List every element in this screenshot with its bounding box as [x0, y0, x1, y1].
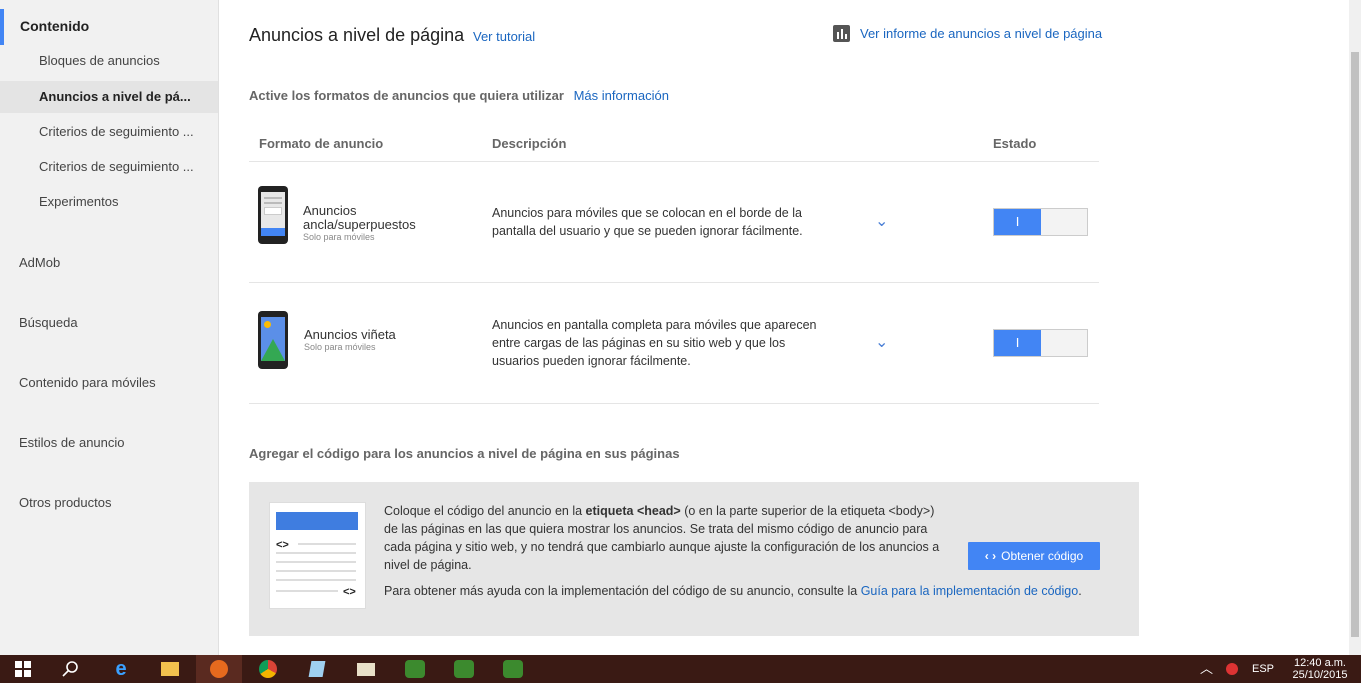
app-icon[interactable] [294, 655, 340, 683]
sidebar-section-contenido-moviles[interactable]: Contenido para móviles [19, 375, 156, 390]
windows-start-icon[interactable] [0, 655, 46, 683]
game-icon[interactable] [392, 655, 438, 683]
column-header-descripcion: Descripción [492, 136, 567, 151]
language-indicator[interactable]: ESP [1252, 655, 1274, 683]
code-section-heading: Agregar el código para los anuncios a ni… [249, 446, 680, 461]
more-info-link[interactable]: Más información [574, 88, 669, 103]
format-note-vignette: Solo para móviles [304, 342, 376, 352]
bar-chart-icon [833, 25, 850, 42]
report-link[interactable]: Ver informe de anuncios a nivel de págin… [860, 26, 1102, 41]
sidebar-section-admob[interactable]: AdMob [19, 255, 60, 270]
code-instructions: Coloque el código del anuncio en la etiq… [384, 504, 940, 572]
mobile-vignette-ad-icon [258, 311, 288, 369]
sidebar-section-contenido[interactable]: Contenido [0, 9, 218, 45]
sidebar-section-otros-productos[interactable]: Otros productos [19, 495, 112, 510]
code-help-text: Para obtener más ayuda con la implementa… [384, 584, 1082, 598]
sidebar-item-criterios-seguimiento-2[interactable]: Criterios de seguimiento ... [0, 151, 218, 183]
clock[interactable]: 12:40 a.m. 25/10/2015 [1285, 657, 1355, 681]
sidebar-item-anuncios-nivel-pagina[interactable]: Anuncios a nivel de pá... [0, 81, 218, 113]
firefox-icon[interactable] [196, 655, 242, 683]
code-info-box: <> <> Coloque el código del anuncio en l… [249, 482, 1139, 636]
taskbar: e ︿ ESP 12:40 a.m. 25/10/2015 [0, 655, 1361, 683]
chevron-down-icon[interactable]: ⌄ [875, 214, 889, 230]
toggle-vignette-ads[interactable]: I [993, 329, 1088, 357]
column-header-estado: Estado [993, 136, 1037, 151]
format-name-vignette: Anuncios viñeta [304, 327, 396, 342]
game-icon[interactable] [441, 655, 487, 683]
mobile-anchor-ad-icon [258, 186, 288, 244]
file-explorer-icon[interactable] [147, 655, 193, 683]
sidebar-item-bloques-de-anuncios[interactable]: Bloques de anuncios [0, 45, 218, 77]
report-link-group[interactable]: Ver informe de anuncios a nivel de págin… [833, 25, 1102, 42]
tutorial-link[interactable]: Ver tutorial [473, 29, 535, 44]
code-bracket-icon: <> [276, 539, 289, 551]
format-name-anchor: Anuncios ancla/superpuestos [303, 203, 416, 232]
page-title: Anuncios a nivel de página [249, 25, 465, 45]
column-header-formato: Formato de anuncio [259, 136, 384, 151]
divider [249, 161, 1099, 162]
chevron-down-icon[interactable]: ⌄ [875, 335, 889, 351]
game-icon[interactable] [490, 655, 536, 683]
format-note-anchor: Solo para móviles [303, 232, 375, 242]
get-code-button[interactable]: ‹ › Obtener código [968, 542, 1100, 570]
sidebar-section-busqueda[interactable]: Búsqueda [19, 315, 78, 330]
chrome-icon[interactable] [245, 655, 291, 683]
format-description-anchor: Anuncios para móviles que se colocan en … [492, 206, 803, 238]
code-bracket-icon: <> [343, 586, 356, 598]
sidebar-item-experimentos[interactable]: Experimentos [0, 186, 218, 218]
sidebar-item-criterios-seguimiento-1[interactable]: Criterios de seguimiento ... [0, 116, 218, 148]
divider [249, 403, 1099, 404]
edge-browser-icon[interactable]: e [98, 655, 144, 683]
formats-heading: Active los formatos de anuncios que quie… [249, 88, 669, 103]
antivirus-tray-icon[interactable] [1226, 655, 1238, 683]
search-icon[interactable] [48, 655, 94, 683]
format-description-vignette: Anuncios en pantalla completa para móvil… [492, 318, 817, 368]
sidebar-section-estilos-anuncio[interactable]: Estilos de anuncio [19, 435, 125, 450]
mail-icon[interactable] [343, 655, 389, 683]
implementation-guide-link[interactable]: Guía para la implementación de código [861, 584, 1079, 598]
main-content: Anuncios a nivel de página Ver tutorial … [219, 0, 1349, 655]
code-icon: ‹ › [984, 549, 997, 563]
toggle-anchor-ads[interactable]: I [993, 208, 1088, 236]
divider [249, 282, 1099, 283]
sidebar: Contenido Bloques de anuncios Anuncios a… [0, 0, 219, 655]
code-illustration: <> <> [269, 502, 366, 609]
vertical-scrollbar[interactable] [1349, 0, 1361, 655]
chevron-up-icon[interactable]: ︿ [1200, 655, 1213, 683]
scrollbar-thumb[interactable] [1351, 52, 1359, 637]
